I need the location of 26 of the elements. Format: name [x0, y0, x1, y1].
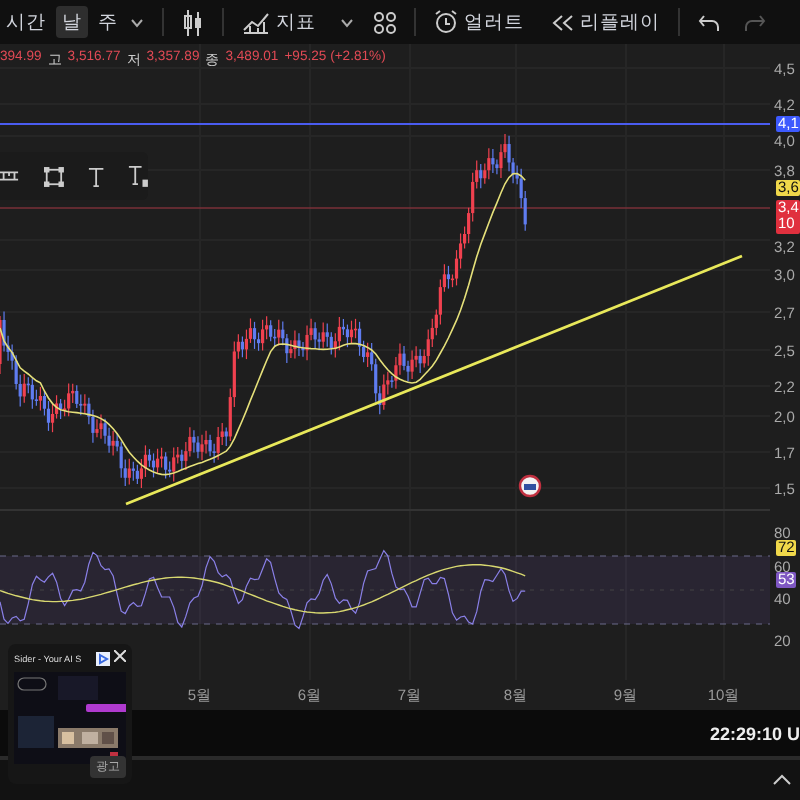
layouts-button[interactable]	[368, 6, 402, 38]
alarm-clock-icon	[434, 10, 458, 34]
close-button[interactable]	[114, 650, 126, 666]
candles-icon	[182, 9, 204, 35]
expand-button[interactable]	[772, 774, 792, 786]
redo-icon	[744, 13, 766, 31]
rewind-icon	[552, 13, 574, 31]
timeframe-tab[interactable]: 시간	[0, 6, 52, 38]
flag-marker-icon[interactable]	[518, 474, 542, 498]
replay-button[interactable]: 리플레이	[546, 6, 666, 38]
chevron-down-icon	[340, 17, 354, 27]
text-note-icon[interactable]	[128, 164, 148, 188]
undo-icon	[698, 13, 720, 31]
line-chart-icon	[242, 10, 270, 34]
rectangle-icon[interactable]	[43, 165, 64, 187]
timeframe-tab[interactable]: 날	[56, 6, 88, 38]
play-icon	[96, 651, 110, 665]
timeframe-tab[interactable]: 주	[92, 6, 124, 38]
alert-button[interactable]: 얼러트	[428, 6, 530, 38]
clock-time: 22:29:10 U	[709, 723, 800, 743]
text-tool-icon[interactable]	[87, 165, 105, 187]
ruler-icon[interactable]	[0, 166, 20, 186]
grid-icon	[374, 11, 396, 33]
indicators-button[interactable]: 지표	[236, 6, 322, 38]
trend-line[interactable]	[125, 254, 743, 506]
chevron-down-icon	[130, 17, 144, 27]
